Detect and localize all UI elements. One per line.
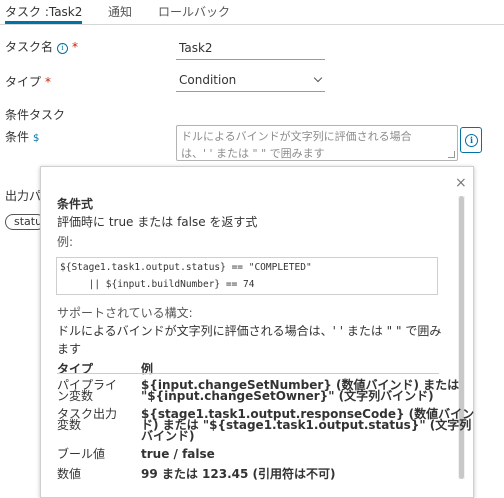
type-label: タイプ * — [5, 73, 51, 90]
condition-help-button[interactable]: i — [460, 127, 482, 153]
popover-example-label: 例: — [57, 235, 74, 249]
type-label-text: タイプ — [5, 75, 42, 89]
table-row-example: true / false — [141, 447, 215, 461]
table-row-type: ブール値 — [57, 447, 106, 461]
task-name-label-text: タスク名 — [5, 40, 54, 54]
tab-task[interactable]: タスク :Task2 — [5, 3, 83, 24]
condition-placeholder-line1: ドルによるバインドが文字列に評価される場合 — [181, 130, 412, 143]
type-select-value: Condition — [179, 73, 237, 87]
condition-label-text: 条件 — [5, 130, 30, 144]
required-mark: * — [45, 75, 52, 89]
condition-textarea[interactable]: ドルによるバインドが文字列に評価される場合 は、' ' または " " で囲みま… — [176, 125, 458, 161]
condition-label: 条件 $ — [5, 128, 39, 145]
table-row-example: バインド) — [141, 429, 195, 443]
table-header-example: 例 — [141, 362, 154, 376]
info-icon[interactable]: i — [57, 43, 69, 54]
chevron-down-icon — [313, 73, 323, 83]
tab-rollback[interactable]: ロールバック — [158, 3, 230, 23]
table-header-type: タイプ — [57, 362, 94, 376]
output-chip[interactable]: statu — [5, 214, 45, 230]
dollar-binding-icon[interactable]: $ — [33, 133, 39, 144]
info-icon: i — [465, 134, 478, 147]
syntax-label: サポートされている構文: — [57, 306, 193, 320]
code-line-1: ${Stage1.task1.output.status} == "COMPLE… — [60, 262, 312, 273]
condition-task-heading: 条件タスク — [5, 108, 66, 122]
required-mark: * — [72, 40, 79, 54]
task-name-input[interactable]: Task2 — [176, 41, 325, 60]
example-code-block: ${Stage1.task1.output.status} == "COMPLE… — [56, 257, 438, 295]
table-row-type: 数値 — [57, 467, 82, 481]
table-row-type: 変数 — [57, 418, 82, 432]
popover-description: 評価時に true または false を返す式 — [57, 215, 258, 229]
tab-bar: タスク :Task2 通知 ロールバック — [0, 0, 504, 25]
output-params-label: 出力パ — [5, 189, 42, 203]
table-row-example: "${input.changeSetOwner}" (文字列バインド) — [141, 389, 434, 403]
type-select[interactable]: Condition — [176, 73, 325, 92]
close-icon[interactable]: × — [455, 175, 467, 191]
task-name-label: タスク名 i * — [5, 38, 78, 55]
tab-notification[interactable]: 通知 — [108, 3, 132, 23]
resize-grip-icon[interactable] — [448, 151, 455, 158]
popover-scroll-thumb[interactable] — [459, 196, 464, 479]
code-line-2: || ${input.buildNumber} == 74 — [60, 279, 255, 290]
table-row-type: ン変数 — [57, 389, 94, 403]
table-row-example: 99 または 123.45 (引用符は不可) — [141, 467, 336, 481]
popover-title: 条件式 — [57, 197, 94, 211]
table-divider — [57, 373, 439, 374]
syntax-note-line1: ドルによるバインドが文字列に評価される場合は、' ' または " " で囲み — [57, 324, 442, 338]
syntax-note-line2: ます — [57, 342, 82, 356]
condition-placeholder-line2: は、' ' または " " で囲みます — [181, 147, 325, 160]
